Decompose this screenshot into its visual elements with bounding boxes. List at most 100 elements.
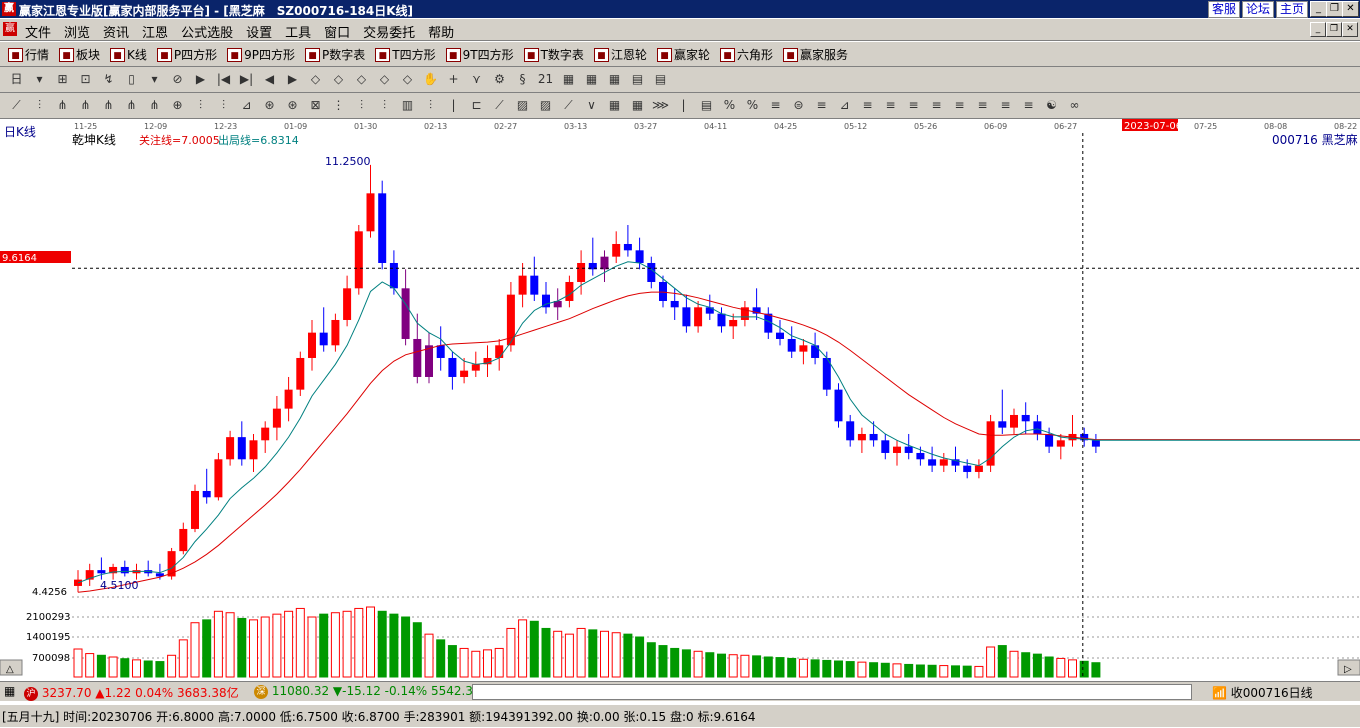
tool-icon[interactable]: ⫶	[353, 97, 370, 113]
tool-icon[interactable]: ≡	[905, 97, 922, 113]
status-scrollbar[interactable]	[472, 684, 1192, 700]
tool-icon[interactable]: ☯	[1043, 97, 1060, 113]
tool-icon[interactable]: ⋎	[468, 71, 485, 87]
forum-link[interactable]: 论坛	[1241, 1, 1274, 18]
tool-icon[interactable]: ⫶	[215, 97, 232, 113]
menu-item[interactable]: 浏览	[64, 22, 90, 41]
tool-icon[interactable]: ≡	[951, 97, 968, 113]
toolbar-button[interactable]: ■ K线	[110, 46, 147, 63]
tool-icon[interactable]: 日	[8, 71, 25, 87]
toolbar-button[interactable]: ■ 9T四方形	[445, 46, 514, 63]
tool-icon[interactable]: ⊏	[468, 97, 485, 113]
toolbar-button[interactable]: ■ 板块	[59, 46, 100, 63]
tool-icon[interactable]: ⊘	[169, 71, 186, 87]
tool-icon[interactable]: ⋔	[146, 97, 163, 113]
menu-item[interactable]: 设置	[246, 22, 272, 41]
sh-index[interactable]: 沪 3237.70 ▲1.22 0.04% 3683.38亿	[24, 684, 239, 701]
tool-icon[interactable]: ⫶	[31, 97, 48, 113]
tool-icon[interactable]: ✋	[422, 71, 439, 87]
menu-item[interactable]: 交易委托	[363, 22, 415, 41]
tool-icon[interactable]: ↯	[100, 71, 117, 87]
tool-icon[interactable]: |	[675, 97, 692, 113]
toolbar-button[interactable]: ■ 赢家轮	[656, 46, 710, 63]
tool-icon[interactable]: ⋔	[100, 97, 117, 113]
sz-index[interactable]: 深 11080.32 ▼-15.12 -0.14% 5542.3	[254, 684, 473, 699]
toolbar-button[interactable]: ■ 六角形	[719, 46, 773, 63]
tool-icon[interactable]: ▤	[629, 71, 646, 87]
tool-icon[interactable]: |◀	[215, 71, 232, 87]
toolbar-button[interactable]: ■ 江恩轮	[593, 46, 647, 63]
menu-item[interactable]: 工具	[285, 22, 311, 41]
tool-icon[interactable]: ≡	[974, 97, 991, 113]
tool-icon[interactable]: ≡	[859, 97, 876, 113]
tool-icon[interactable]: ⊜	[790, 97, 807, 113]
tool-icon[interactable]: ⟋	[8, 97, 25, 113]
tool-icon[interactable]: ▦	[583, 71, 600, 87]
toolbar-button[interactable]: ■ 赢家服务	[782, 46, 848, 63]
toolbar-button[interactable]: ■ P数字表	[305, 46, 365, 63]
menu-item[interactable]: 窗口	[324, 22, 350, 41]
expand-arrow-icon[interactable]: ▷	[1344, 664, 1352, 675]
homepage-link[interactable]: 主页	[1275, 1, 1308, 18]
tool-icon[interactable]: ≡	[767, 97, 784, 113]
tool-icon[interactable]: ▨	[537, 97, 554, 113]
child-restore-icon[interactable]: ❐	[1326, 22, 1342, 37]
child-minimize-icon[interactable]: _	[1310, 22, 1326, 37]
toolbar-button[interactable]: ■ 9P四方形	[227, 46, 295, 63]
menu-item[interactable]: 公式选股	[181, 22, 233, 41]
tool-icon[interactable]: ◇	[376, 71, 393, 87]
tool-icon[interactable]: ▦	[606, 71, 623, 87]
tool-icon[interactable]: ⋮	[330, 97, 347, 113]
tool-icon[interactable]: 21	[537, 71, 554, 87]
tool-icon[interactable]: ⫶	[376, 97, 393, 113]
status-grid-icon[interactable]: ▦	[4, 684, 15, 698]
tool-icon[interactable]: ▤	[698, 97, 715, 113]
tool-icon[interactable]: ≡	[813, 97, 830, 113]
tool-icon[interactable]: ⋔	[123, 97, 140, 113]
tool-icon[interactable]: ◇	[353, 71, 370, 87]
tool-icon[interactable]: ⊿	[836, 97, 853, 113]
tool-icon[interactable]: ▥	[399, 97, 416, 113]
tool-icon[interactable]: %	[744, 97, 761, 113]
restore-icon[interactable]: ❐	[1326, 1, 1343, 17]
toolbar-button[interactable]: ■ 行情	[8, 46, 49, 63]
tool-icon[interactable]: ⊿	[238, 97, 255, 113]
tool-icon[interactable]: ▶	[192, 71, 209, 87]
menu-item[interactable]: 文件	[25, 22, 51, 41]
tool-icon[interactable]: ▨	[514, 97, 531, 113]
toolbar-button[interactable]: ■ T四方形	[375, 46, 436, 63]
tool-icon[interactable]: +	[445, 71, 462, 87]
tool-icon[interactable]: ⚙	[491, 71, 508, 87]
tool-icon[interactable]: ∨	[583, 97, 600, 113]
tool-icon[interactable]: ▦	[560, 71, 577, 87]
tool-icon[interactable]: %	[721, 97, 738, 113]
tool-icon[interactable]: ⋔	[77, 97, 94, 113]
menu-item[interactable]: 江恩	[142, 22, 168, 41]
tool-icon[interactable]: §	[514, 71, 531, 87]
tool-icon[interactable]: ∞	[1066, 97, 1083, 113]
tool-icon[interactable]: ≡	[882, 97, 899, 113]
child-close-icon[interactable]: ✕	[1342, 22, 1358, 37]
tool-icon[interactable]: ▯	[123, 71, 140, 87]
tool-icon[interactable]: ◀	[261, 71, 278, 87]
collapse-arrow-icon[interactable]: △	[6, 664, 14, 675]
tool-icon[interactable]: ▶	[284, 71, 301, 87]
toolbar-button[interactable]: ■ P四方形	[156, 46, 217, 63]
tool-icon[interactable]: ▶|	[238, 71, 255, 87]
toolbar-button[interactable]: ■ T数字表	[523, 46, 584, 63]
tool-icon[interactable]: ⊛	[261, 97, 278, 113]
tool-icon[interactable]: ⊞	[54, 71, 71, 87]
tool-icon[interactable]: ⊕	[169, 97, 186, 113]
kline-chart[interactable]: 11-25 12-09 12-23 01-09 01-30 02-13 02-27 03-13…	[0, 119, 1360, 678]
tool-icon[interactable]: ⟋	[560, 97, 577, 113]
tool-icon[interactable]: ▦	[629, 97, 646, 113]
close-icon[interactable]: ✕	[1342, 1, 1359, 17]
tool-icon[interactable]: ≡	[1020, 97, 1037, 113]
menu-item[interactable]: 帮助	[428, 22, 454, 41]
tool-icon[interactable]: ⟋	[491, 97, 508, 113]
tool-icon[interactable]: ⊡	[77, 71, 94, 87]
tool-icon[interactable]: ⫶	[192, 97, 209, 113]
tool-icon[interactable]: ⋙	[652, 97, 669, 113]
tool-icon[interactable]: |	[445, 97, 462, 113]
tool-icon[interactable]: ⊛	[284, 97, 301, 113]
